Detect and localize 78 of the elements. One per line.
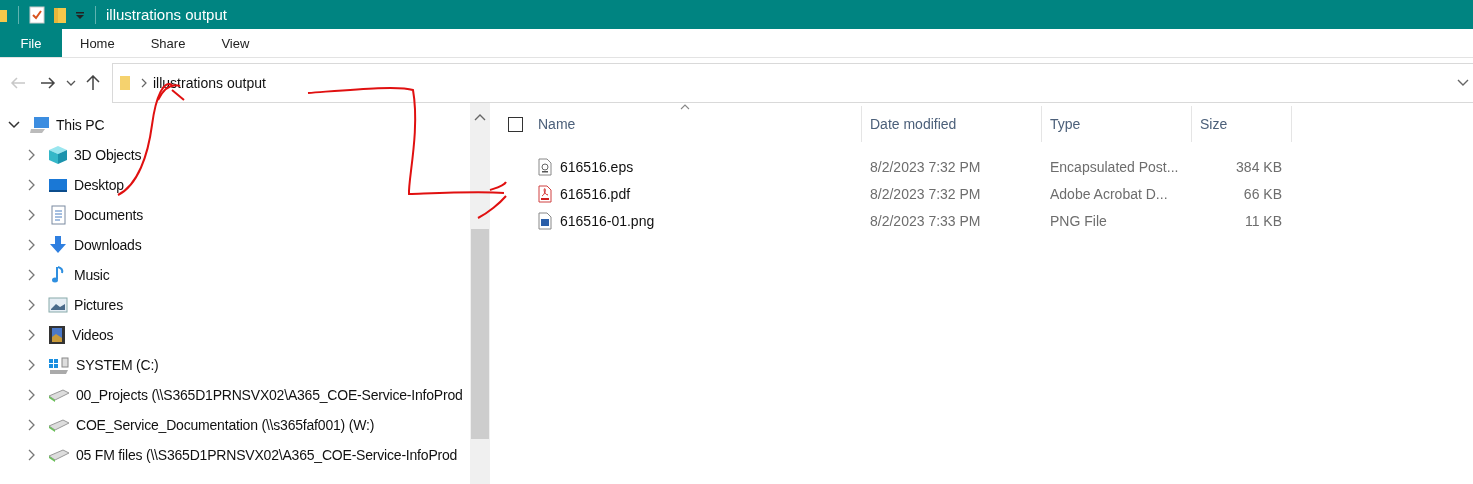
column-header-label: Date modified [870,116,957,132]
collapse-icon[interactable] [8,119,20,131]
network-drive-icon [48,387,70,403]
tree-item[interactable]: COE_Service_Documentation (\\s365faf001) (W:) [0,410,470,440]
tree-item[interactable]: Pictures [0,290,470,320]
scroll-up-icon[interactable] [474,113,486,121]
tree-item[interactable]: Downloads [0,230,470,260]
column-header-label: Name [538,116,576,132]
tree-item[interactable]: Desktop [0,170,470,200]
tree-item-label: Pictures [74,297,123,313]
sort-ascending-icon [679,104,690,110]
tree-item-label: COE_Service_Documentation (\\s365faf001) (W:) [76,417,375,433]
tree-item-label: Music [74,267,110,283]
tree-item[interactable]: This PC [0,110,470,140]
computer-icon [30,116,50,134]
table-cell: 8/2/2023 7:32 PM [870,185,981,202]
table-cell: Encapsulated Post... [1050,158,1179,175]
column-header-label: Type [1050,116,1081,132]
table-cell: Adobe Acrobat D... [1050,185,1168,202]
column-header[interactable]: Date modified [862,106,1042,142]
desktop-icon [48,177,68,193]
film-icon [48,325,66,345]
folder-icon[interactable] [53,5,67,24]
folder-icon [119,75,131,91]
tree-item-label: 00_Projects (\\S365D1PRNSVX02\A365_COE-Service-InfoProd [76,387,463,403]
tree-item[interactable]: 00_Projects (\\S365D1PRNSVX02\A365_COE-Service-InfoProd [0,380,470,410]
tree-item[interactable]: Music [0,260,470,290]
window-title: illustrations output [106,6,227,23]
tree-item[interactable]: Documents [0,200,470,230]
tree-item[interactable]: Videos [0,320,470,350]
file-menu-button[interactable]: File [0,29,62,57]
scrollbar-thumb[interactable] [471,229,489,439]
cube-icon [48,145,68,165]
back-arrow-icon [10,77,26,89]
properties-icon[interactable] [29,5,45,24]
table-cell: 384 KB [1236,158,1282,175]
download-icon [48,235,68,255]
address-bar[interactable]: illustrations output [112,63,1473,103]
file-name[interactable]: 616516.pdf [560,185,631,202]
chevron-icon [141,78,147,88]
tree-item-label: Documents [74,207,143,223]
pdf-file-icon [538,184,552,203]
forward-arrow-icon [40,77,56,89]
scrollbar[interactable] [470,103,490,484]
file-name[interactable]: 616516.eps [560,158,634,175]
tree-item-label: Downloads [74,237,142,253]
document-icon [48,205,68,225]
column-header-label: Size [1200,116,1228,132]
tree-item-label: Desktop [74,177,124,193]
eps-file-icon [538,157,552,176]
up-arrow-icon [86,75,100,91]
file-name[interactable]: 616516-01.png [560,212,655,229]
tree-item-label: SYSTEM (C:) [76,357,159,373]
network-drive-icon [48,447,70,463]
tree-item-label: This PC [56,117,105,133]
drive-icon [48,355,70,375]
image-file-icon [538,211,552,230]
table-cell: 8/2/2023 7:33 PM [870,212,981,229]
table-cell: 11 KB [1244,212,1282,229]
column-header[interactable]: Size [1192,106,1292,142]
breadcrumb[interactable]: illustrations output [153,75,266,91]
tree-item-label: 3D Objects [74,147,142,163]
tree-item[interactable]: 3D Objects [0,140,470,170]
column-header[interactable]: Name [538,106,862,142]
chevron-down-icon [66,79,76,87]
dropdown-icon[interactable] [75,9,85,20]
tree-item[interactable]: 05 FM files (\\S365D1PRNSVX02\A365_COE-Service-InfoProd [0,440,470,470]
network-drive-icon [48,417,70,433]
column-header[interactable]: Type [1042,106,1192,142]
pictures-icon [48,297,68,313]
dropdown-icon[interactable] [1457,79,1469,87]
select-all-checkbox[interactable] [508,116,523,132]
table-cell: 8/2/2023 7:32 PM [870,158,981,175]
tree-item[interactable]: SYSTEM (C:) [0,350,470,380]
table-cell: PNG File [1050,212,1107,229]
tree-item-label: Videos [72,327,114,343]
table-cell: 66 KB [1243,185,1282,202]
tree-item-label: 05 FM files (\\S365D1PRNSVX02\A365_COE-Service-InfoProd [76,447,458,463]
